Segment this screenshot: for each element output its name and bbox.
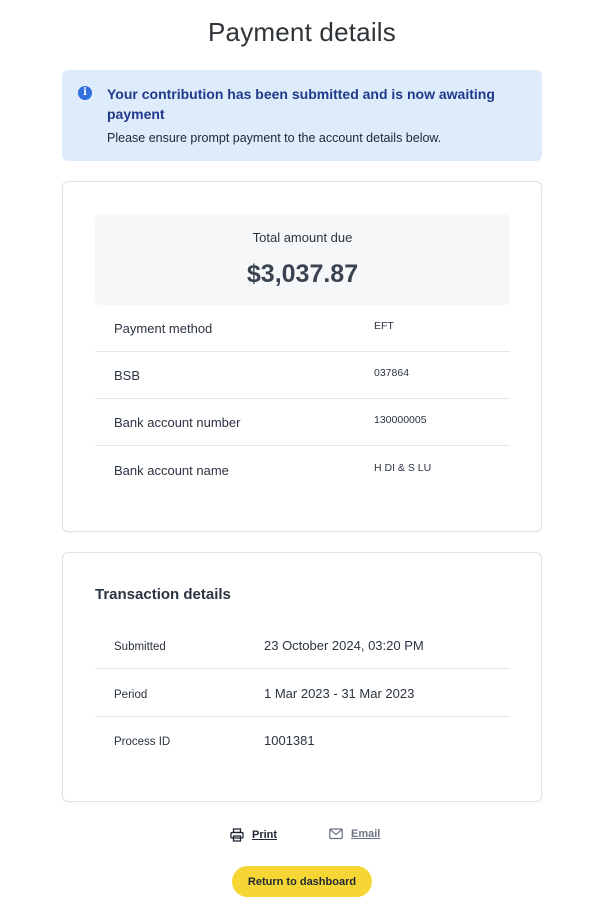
print-link[interactable]: Print <box>230 828 277 842</box>
printer-icon <box>230 828 244 842</box>
total-amount-value: $3,037.87 <box>246 260 359 288</box>
alert-message: Please ensure prompt payment to the acco… <box>107 131 442 145</box>
payment-row-label: Bank account name <box>114 463 229 478</box>
transaction-row-value: 23 October 2024, 03:20 PM <box>264 638 424 653</box>
payment-row-label: BSB <box>114 368 141 383</box>
print-label: Print <box>252 829 278 841</box>
info-alert: i Your contribution has been submitted a… <box>62 70 542 161</box>
payment-row-value: 130000005 <box>374 414 427 426</box>
page-actions: Print Email <box>0 828 596 848</box>
payment-row-account-name: Bank account name H DI & S LU <box>95 447 510 494</box>
payment-row-value: H DI & S LU <box>374 462 432 474</box>
transaction-row-label: Process ID <box>114 736 171 748</box>
transaction-section-title: Transaction details <box>95 586 231 603</box>
payment-row-method: Payment method EFT <box>95 305 510 352</box>
transaction-row-process-id: Process ID 1001381 <box>95 716 510 764</box>
payment-row-label: Bank account number <box>114 415 241 430</box>
info-icon: i <box>78 86 92 100</box>
payment-card: Total amount due $3,037.87 Payment metho… <box>62 181 542 532</box>
transaction-card: Transaction details Submitted 23 October… <box>62 552 542 802</box>
transaction-row-label: Period <box>114 689 148 701</box>
transaction-row-period: Period 1 Mar 2023 - 31 Mar 2023 <box>95 669 510 717</box>
total-amount-label: Total amount due <box>252 230 353 245</box>
transaction-row-value: 1001381 <box>264 733 315 748</box>
email-link[interactable]: Email <box>329 828 380 840</box>
alert-title: Your contribution has been submitted and… <box>107 86 495 122</box>
payment-row-value: 037864 <box>374 367 410 379</box>
envelope-icon <box>329 828 343 840</box>
return-to-dashboard-button[interactable]: Return to dashboard <box>232 866 372 897</box>
transaction-row-value: 1 Mar 2023 - 31 Mar 2023 <box>264 686 415 701</box>
page-title: Payment details <box>208 17 396 47</box>
total-amount-box: Total amount due $3,037.87 <box>95 214 510 305</box>
payment-row-account-number: Bank account number 130000005 <box>95 399 510 446</box>
transaction-row-label: Submitted <box>114 641 166 653</box>
payment-row-bsb: BSB 037864 <box>95 352 510 399</box>
payment-row-label: Payment method <box>114 321 213 336</box>
email-label: Email <box>351 828 381 840</box>
payment-row-value: EFT <box>374 320 394 332</box>
transaction-row-submitted: Submitted 23 October 2024, 03:20 PM <box>95 621 510 669</box>
